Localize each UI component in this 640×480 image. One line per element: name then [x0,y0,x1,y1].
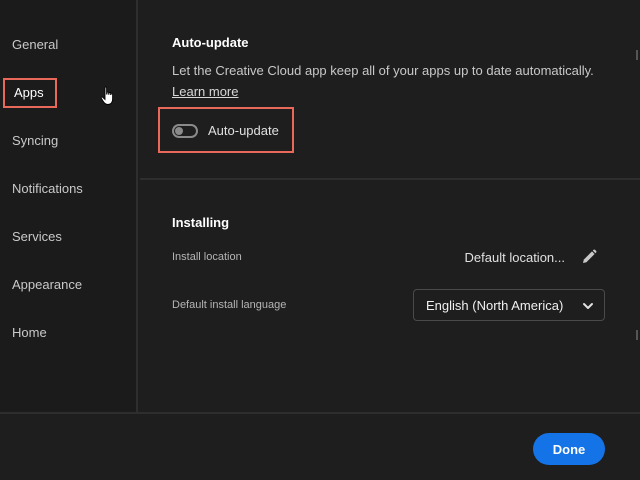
learn-more-link[interactable]: Learn more [172,84,238,99]
sidebar-item-appearance[interactable]: Appearance [12,275,82,295]
sidebar-item-home[interactable]: Home [12,323,47,343]
scrollbar-marker [636,50,638,60]
install-language-select[interactable]: English (North America) [413,289,605,321]
chevron-down-icon [583,303,593,309]
autoupdate-heading: Auto-update [172,35,249,50]
sidebar-item-apps[interactable]: Apps [3,78,57,108]
pencil-icon[interactable] [580,248,598,266]
install-location-label: Install location [172,251,242,263]
footer: Done [0,412,640,480]
install-location-value: Default location... [464,250,565,265]
install-language-value: English (North America) [426,298,564,313]
autoupdate-toggle[interactable] [172,124,198,138]
sidebar-item-general[interactable]: General [12,35,58,55]
sidebar-item-services[interactable]: Services [12,227,62,247]
done-button[interactable]: Done [533,433,605,465]
install-language-label: Default install language [172,299,287,311]
sidebar-item-notifications[interactable]: Notifications [12,179,83,199]
sidebar: General Apps Syncing Notifications Servi… [0,0,138,412]
scrollbar-marker [636,330,638,340]
main-panel: Auto-update Let the Creative Cloud app k… [140,0,640,412]
autoupdate-toggle-highlight: Auto-update [158,107,294,153]
hand-cursor-icon [100,86,114,105]
installing-heading: Installing [172,215,230,230]
sidebar-item-syncing[interactable]: Syncing [12,131,58,151]
toggle-knob [175,127,183,135]
autoupdate-toggle-label[interactable]: Auto-update [208,123,279,138]
section-divider [140,178,640,180]
autoupdate-description: Let the Creative Cloud app keep all of y… [172,63,594,78]
